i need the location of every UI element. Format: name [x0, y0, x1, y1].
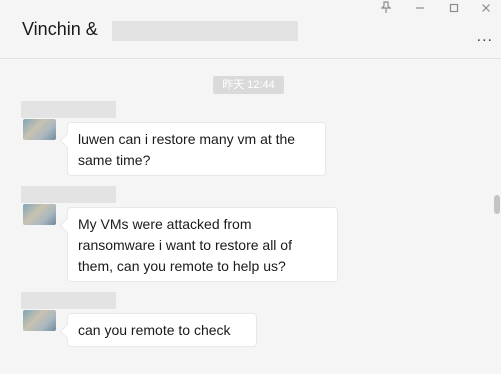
chat-window: Vinchin & ... 昨天 12:44 luwen can i resto…	[0, 0, 501, 374]
redacted-sender-name	[21, 186, 116, 203]
close-icon[interactable]	[474, 0, 498, 18]
scrollbar-thumb[interactable]	[494, 195, 500, 214]
redacted-sender-name	[21, 292, 116, 309]
redacted-sender-name	[21, 101, 116, 118]
message-bubble: luwen can i restore many vm at the same …	[67, 122, 326, 176]
minimize-icon[interactable]	[408, 0, 432, 18]
title-bar: Vinchin & ...	[0, 0, 501, 59]
maximize-icon[interactable]	[442, 0, 466, 18]
avatar[interactable]	[23, 119, 56, 140]
message-bubble: can you remote to check	[67, 313, 257, 347]
message-bubble: My VMs were attacked from ransomware i w…	[67, 207, 338, 282]
timestamp-divider: 昨天 12:44	[213, 76, 284, 94]
chat-title: Vinchin &	[22, 19, 98, 39]
avatar[interactable]	[23, 310, 56, 331]
avatar[interactable]	[23, 204, 56, 225]
redacted-title	[112, 21, 298, 41]
more-options-button[interactable]: ...	[477, 29, 493, 45]
pin-icon[interactable]	[374, 0, 398, 18]
